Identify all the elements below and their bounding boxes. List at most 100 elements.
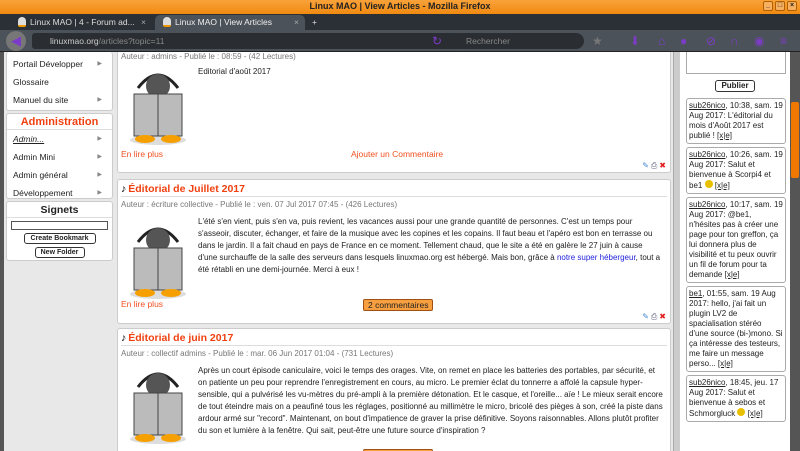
hebergeur-link[interactable]: notre super hébergeur	[557, 253, 636, 262]
maximize-button[interactable]: □	[775, 1, 785, 11]
read-more-link[interactable]: En lire plus	[121, 149, 163, 159]
menu-item-admin-mini[interactable]: Admin Mini ▶	[7, 148, 112, 166]
close-window-button[interactable]: ×	[787, 1, 797, 11]
publish-button[interactable]: Publier	[715, 80, 755, 92]
article-juillet: ♪ Éditorial de Juillet 2017 Auteur : écri…	[117, 179, 671, 324]
shout-message: be1, 01:55, sam. 19 Aug 2017: hello, j'a…	[686, 286, 786, 372]
shout-message: sub26nico, 10:17, sam. 19 Aug 2017: @be1…	[686, 197, 786, 283]
smiley-icon	[737, 408, 746, 416]
arrow-right-icon: ▶	[97, 190, 102, 196]
shout-delete-link[interactable]: [x|e]	[718, 359, 733, 368]
delete-icon[interactable]: ✖	[659, 312, 666, 322]
menu-label: Glossaire	[13, 77, 49, 87]
menu-icon[interactable]: ≡	[780, 34, 787, 48]
tab-bar: Linux MAO | 4 - Forum ad... × Linux MAO |…	[0, 14, 800, 30]
arrow-right-icon: ▶	[97, 172, 102, 178]
menu-label: Admin général	[13, 170, 68, 180]
arrow-right-icon: ▶	[97, 61, 102, 67]
menu-item-admin[interactable]: Admin... ▶	[7, 130, 112, 148]
delete-icon[interactable]: ✖	[659, 161, 666, 171]
shout-text: , 01:55, sam. 19 Aug 2017: hello, j'ai f…	[689, 289, 783, 368]
menu-item-manuel[interactable]: Manuel du site ▶	[7, 91, 112, 109]
arrow-right-icon: ▶	[97, 154, 102, 160]
smiley-icon	[704, 180, 713, 188]
url-bar[interactable]: linuxmao.org/articles?topic=11	[32, 33, 460, 49]
articles-column: Auteur : admins - Publié le : 08:59 - (4…	[115, 52, 673, 451]
penguin-reading-icon	[130, 227, 186, 299]
shout-user-link[interactable]: be1	[689, 289, 702, 298]
shout-user-link[interactable]: sub26nico	[689, 101, 725, 110]
shout-delete-link[interactable]: [x|e]	[717, 131, 732, 140]
penguin-favicon-icon	[163, 17, 171, 27]
edit-icon[interactable]: ✎	[642, 161, 649, 171]
signets-box: Signets Create Bookmark New Folder	[6, 201, 113, 261]
tab-view-articles[interactable]: Linux MAO | View Articles ×	[155, 15, 305, 30]
privacy-icon[interactable]: ⊘	[706, 34, 716, 48]
left-sidebar: Portail Développer ▶ Glossaire Manuel du …	[0, 52, 115, 451]
article-title[interactable]: Éditorial de Juillet 2017	[128, 183, 245, 195]
shout-delete-link[interactable]: [x|e]	[725, 270, 740, 279]
sync-icon[interactable]: ∩	[730, 34, 739, 48]
tab-label: Linux MAO | 4 - Forum ad...	[30, 17, 135, 27]
shout-message: sub26nico, 10:38, sam. 19 Aug 2017: L'éd…	[686, 98, 786, 144]
menu-label: Admin Mini	[13, 152, 56, 162]
search-input[interactable]: Rechercher	[452, 33, 584, 49]
extension-icon[interactable]: ◉	[754, 34, 764, 48]
menu-label: Manuel du site	[13, 95, 69, 105]
new-folder-button[interactable]: New Folder	[34, 247, 85, 258]
menu-item-admin-general[interactable]: Admin général ▶	[7, 166, 112, 184]
menu-item-developpement[interactable]: Développement ▶	[7, 184, 112, 202]
shout-text: , 10:17, sam. 19 Aug 2017: @be1, n'hésit…	[689, 200, 783, 279]
tab-forum[interactable]: Linux MAO | 4 - Forum ad... ×	[0, 15, 152, 30]
tab-close-icon[interactable]: ×	[294, 15, 299, 29]
penguin-reading-icon	[130, 73, 186, 145]
minimize-button[interactable]: _	[763, 1, 773, 11]
url-host: linuxmao.org	[50, 36, 99, 46]
page-scrollbar[interactable]	[790, 52, 800, 451]
create-bookmark-button[interactable]: Create Bookmark	[23, 233, 96, 244]
shout-user-link[interactable]: sub26nico	[689, 150, 725, 159]
window-titlebar: Linux MAO | View Articles - Mozilla Fire…	[0, 0, 800, 14]
article-aout: Auteur : admins - Publié le : 08:59 - (4…	[117, 52, 671, 173]
shoutbox: Publier sub26nico, 10:38, sam. 19 Aug 20…	[680, 52, 790, 451]
add-comment-link[interactable]: Ajouter un Commentaire	[351, 149, 443, 159]
menu-label: Portail Développer	[13, 59, 83, 69]
edit-icon[interactable]: ✎	[642, 312, 649, 322]
scrollbar-thumb[interactable]	[791, 102, 799, 178]
shout-user-link[interactable]: sub26nico	[689, 200, 725, 209]
shout-delete-link[interactable]: [x|e]	[715, 181, 730, 190]
read-more-link[interactable]: En lire plus	[121, 299, 163, 309]
reload-icon[interactable]: ↻	[432, 34, 442, 48]
download-icon[interactable]: ⬇	[630, 34, 640, 48]
menu-item-glossaire[interactable]: Glossaire	[7, 73, 112, 91]
new-tab-button[interactable]: +	[308, 15, 317, 30]
print-icon[interactable]: ⎙	[651, 161, 657, 171]
tab-label: Linux MAO | View Articles	[175, 17, 273, 27]
administration-box: Administration Admin... ▶ Admin Mini ▶ Adm…	[6, 113, 113, 199]
tab-close-icon[interactable]: ×	[141, 15, 146, 29]
menu-item-portail[interactable]: Portail Développer ▶	[7, 55, 112, 73]
back-button[interactable]: ◀	[6, 31, 26, 51]
url-path: /articles?topic=11	[98, 36, 165, 46]
shout-textarea[interactable]	[686, 52, 786, 74]
article-title[interactable]: Éditorial de juin 2017	[128, 332, 233, 344]
bookmark-input[interactable]	[11, 221, 108, 230]
search-placeholder: Rechercher	[466, 36, 510, 46]
shout-user-link[interactable]: sub26nico	[689, 378, 725, 387]
home-icon[interactable]: ⌂	[658, 34, 665, 48]
shout-delete-link[interactable]: [x|e]	[748, 409, 763, 418]
penguin-reading-icon	[130, 372, 186, 444]
signets-title: Signets	[7, 202, 112, 218]
bookmark-star-icon[interactable]: ★	[592, 34, 603, 48]
main-scrollbar[interactable]	[673, 52, 680, 451]
menu-box: Portail Développer ▶ Glossaire Manuel du …	[6, 52, 113, 111]
nav-bar: ◀ linuxmao.org/articles?topic=11 ↻ Reche…	[0, 30, 800, 52]
shout-message: sub26nico, 18:45, jeu. 17 Aug 2017: Salu…	[686, 375, 786, 422]
article-body: L'été s'en vient, puis s'en va, puis rev…	[198, 216, 664, 276]
music-note-icon: ♪	[121, 332, 127, 344]
comments-button[interactable]: 2 commentaires	[363, 299, 434, 311]
arrow-right-icon: ▶	[97, 97, 102, 103]
print-icon[interactable]: ⎙	[651, 312, 657, 322]
article-juin: ♪ Éditorial de juin 2017 Auteur : collect…	[117, 328, 671, 451]
adblock-icon[interactable]: ●	[680, 34, 687, 48]
